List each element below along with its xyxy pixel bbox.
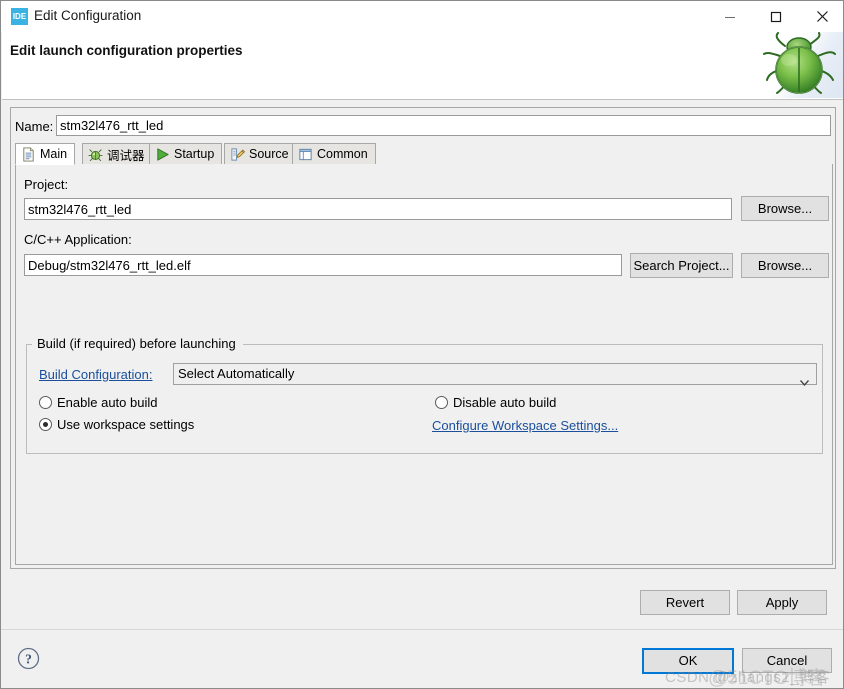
debugger-icon — [88, 148, 103, 161]
radio-use-workspace-settings[interactable]: Use workspace settings — [39, 417, 194, 432]
build-group-legend: Build (if required) before launching — [34, 336, 239, 351]
ok-button[interactable]: OK — [642, 648, 734, 674]
footer-divider — [1, 629, 843, 630]
radio-enable-auto-build[interactable]: Enable auto build — [39, 395, 157, 410]
configuration-panel: Name: Main — [10, 107, 836, 569]
dialog-banner: Edit launch configuration properties — [2, 32, 843, 100]
project-label: Project: — [24, 177, 69, 192]
banner-title: Edit launch configuration properties — [10, 43, 243, 58]
chevron-down-glyph — [799, 380, 810, 387]
cancel-button[interactable]: Cancel — [742, 648, 832, 673]
minimize-icon[interactable] — [707, 1, 753, 32]
search-project-button[interactable]: Search Project... — [630, 253, 733, 278]
project-browse-button[interactable]: Browse... — [741, 196, 829, 221]
radio-use-workspace-settings-label: Use workspace settings — [57, 417, 195, 432]
application-label: C/C++ Application: — [24, 232, 132, 247]
main-tab-pane: Project: Browse... C/C++ Application: Se… — [15, 164, 833, 565]
title-bar: IDE Edit Configuration — [1, 1, 843, 32]
tab-source-label: Source — [249, 147, 289, 161]
build-configuration-value: Select Automatically — [178, 366, 295, 381]
ide-app-icon: IDE — [11, 8, 28, 25]
source-edit-icon — [231, 147, 245, 161]
common-window-icon — [299, 148, 312, 160]
close-glyph — [816, 11, 828, 22]
edit-configuration-dialog: IDE Edit Configuration Edit launch confi… — [0, 0, 844, 689]
chevron-down-icon — [799, 372, 810, 392]
maximize-icon[interactable] — [753, 1, 799, 32]
question-mark-help-glyph: ? — [17, 647, 40, 670]
minimize-glyph — [725, 16, 735, 18]
radio-indicator — [435, 396, 448, 409]
radio-indicator — [39, 418, 52, 431]
maximize-glyph — [770, 11, 782, 22]
apply-button[interactable]: Apply — [737, 590, 827, 615]
tab-main-label: Main — [40, 147, 68, 161]
tab-bar: Main 调试器 Startup Source Common — [15, 143, 833, 166]
run-play-icon — [157, 147, 169, 161]
tab-common-label: Common — [317, 147, 368, 161]
configure-workspace-settings-link[interactable]: Configure Workspace Settings... — [432, 418, 618, 433]
group-border-right — [243, 344, 822, 345]
application-browse-button[interactable]: Browse... — [741, 253, 829, 278]
tab-source[interactable]: Source — [224, 143, 297, 165]
svg-text:?: ? — [25, 652, 32, 667]
name-input[interactable] — [56, 115, 831, 136]
group-border-left — [27, 344, 32, 345]
document-icon — [23, 146, 34, 162]
tab-startup-label: Startup — [174, 147, 215, 161]
application-input[interactable] — [24, 254, 622, 276]
radio-indicator — [39, 396, 52, 409]
window-title: Edit Configuration — [34, 8, 142, 23]
help-icon[interactable]: ? — [17, 647, 40, 670]
project-input[interactable] — [24, 198, 732, 220]
build-configuration-link[interactable]: Build Configuration: — [39, 367, 152, 382]
radio-enable-auto-build-label: Enable auto build — [57, 395, 158, 410]
build-configuration-select[interactable]: Select Automatically — [173, 363, 817, 387]
tab-debugger[interactable]: 调试器 — [82, 143, 153, 165]
tab-debugger-label: 调试器 — [107, 148, 145, 163]
tab-startup[interactable]: Startup — [149, 143, 223, 165]
tab-common[interactable]: Common — [292, 143, 376, 165]
name-label: Name: — [15, 119, 54, 134]
tab-main[interactable]: Main — [15, 143, 76, 165]
build-group-box: Build (if required) before launching Bui… — [26, 336, 823, 454]
radio-disable-auto-build[interactable]: Disable auto build — [435, 395, 556, 410]
bug-decoration — [757, 32, 843, 98]
revert-button[interactable]: Revert — [640, 590, 730, 615]
close-icon[interactable] — [799, 1, 843, 32]
green-bug-icon — [763, 32, 836, 94]
radio-disable-auto-build-label: Disable auto build — [453, 395, 557, 410]
